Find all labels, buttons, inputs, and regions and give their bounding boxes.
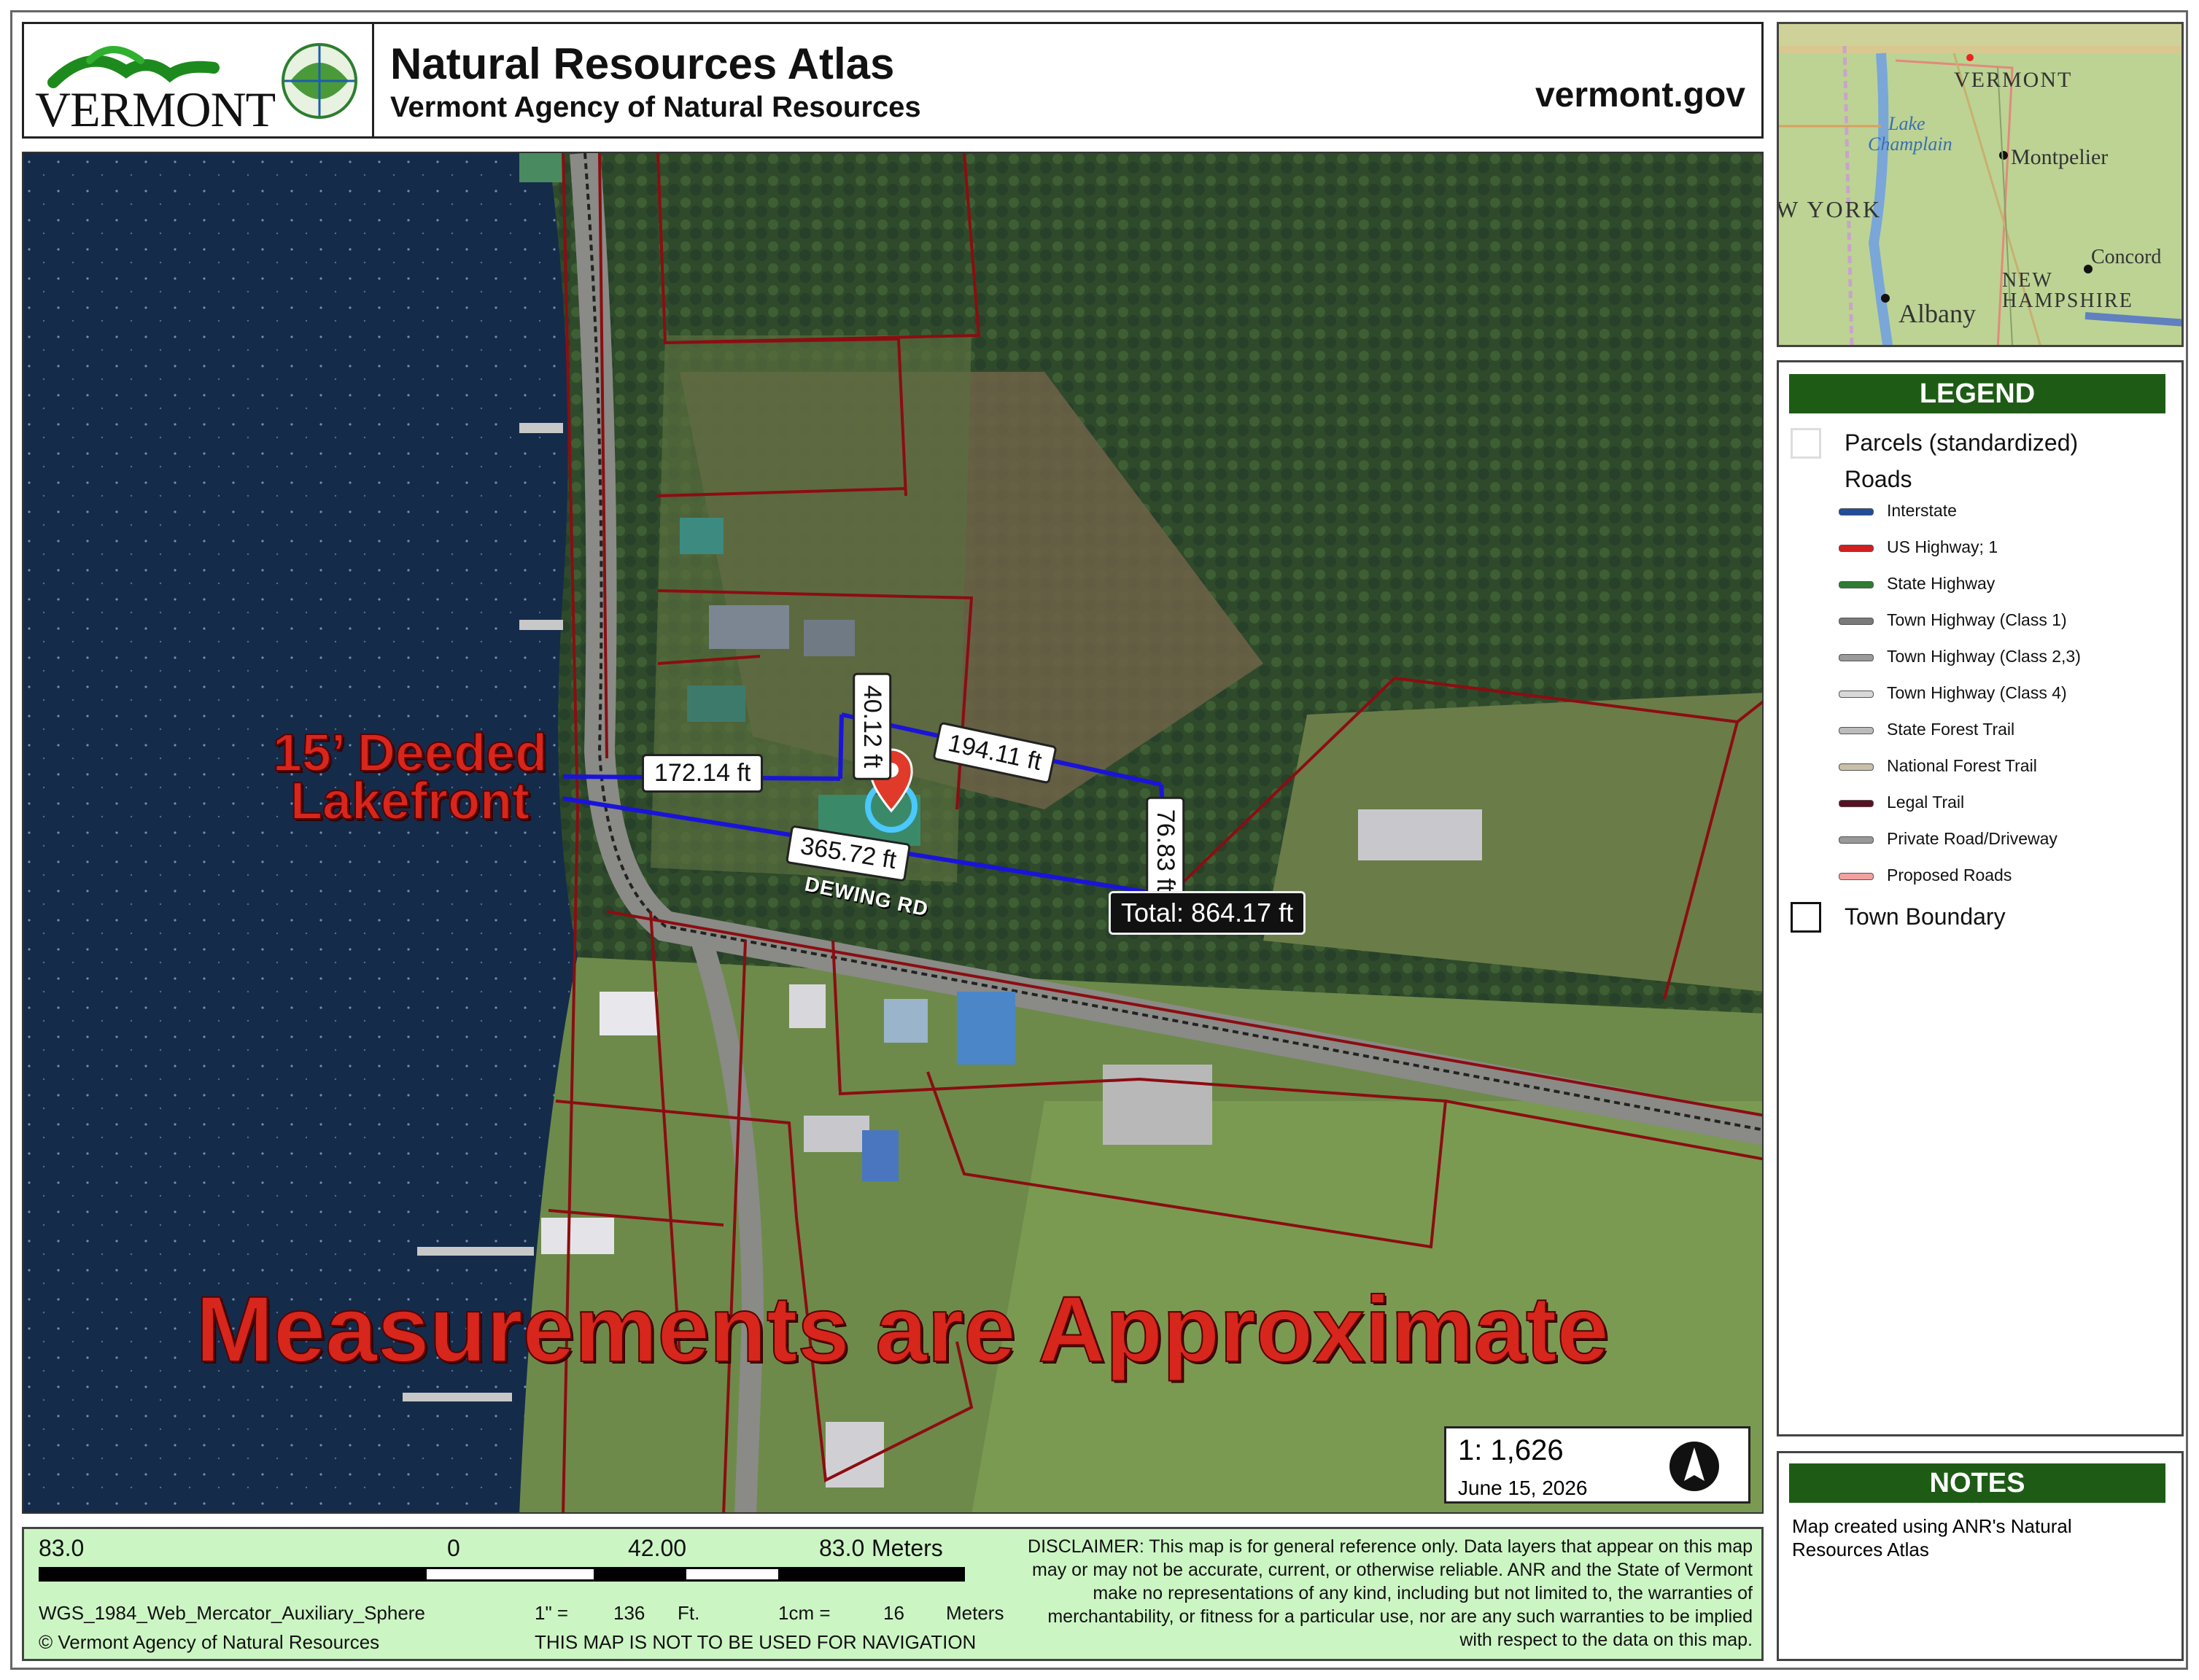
legend-road-label: Interstate (1887, 501, 1957, 520)
legend-road-label: US Highway; 1 (1887, 537, 1998, 556)
approximate-annotation: Measurements are Approximate (195, 1277, 1609, 1382)
overview-label-lake: Lake (1888, 113, 1925, 134)
measurement-label-172: 172.14 ft (642, 754, 764, 793)
atlas-title: Natural Resources Atlas (390, 39, 895, 88)
total-distance-label: Total: 864.17 ft (1109, 891, 1306, 935)
legend-swatch-10 (1839, 873, 1874, 880)
north-arrow-icon (1669, 1442, 1719, 1491)
scale-zero-label: 0 (447, 1535, 460, 1561)
logo-area: VERMONT (24, 24, 374, 137)
measurement-label-40: 40.12 ft (853, 672, 892, 781)
overview-map[interactable]: VERMONT Lake Champlain Montpelier W YORK… (1777, 22, 2184, 347)
legend-swatch-6 (1839, 727, 1874, 734)
legend-town-boundary-label: Town Boundary (1845, 903, 2006, 930)
overview-label-montpelier: Montpelier (2011, 145, 2109, 169)
overview-label-new-york: W YORK (1777, 196, 1882, 222)
lakefront-annotation: 15’ Deeded Lakefront (242, 724, 578, 831)
legend-swatch-3 (1839, 618, 1874, 625)
scale-unit-label: Meters (872, 1535, 943, 1561)
legend-swatch-9 (1839, 836, 1874, 844)
measurement-label-76: 76.83 ft (1146, 796, 1185, 905)
cm-scale-label: 1cm = (778, 1602, 831, 1624)
lakefront-annotation-line2: Lakefront (290, 772, 530, 831)
legend-road-label: State Highway (1887, 574, 1996, 593)
vermont-wordmark: VERMONT (35, 82, 276, 137)
notes-title: NOTES (1789, 1463, 2165, 1503)
overview-label-albany: Albany (1899, 299, 1976, 328)
scale-ratio: 1: 1,626 (1458, 1434, 1564, 1466)
legend-title: LEGEND (1789, 374, 2165, 413)
overview-label-new-hampshire: HAMPSHIRE (2002, 289, 2133, 312)
cm-scale-value: 16 (883, 1602, 904, 1624)
projection-label: WGS_1984_Web_Mercator_Auxiliary_Sphere (39, 1602, 425, 1624)
legend-road-label: Legal Trail (1887, 793, 1965, 812)
legend-road-label: Private Road/Driveway (1887, 829, 2058, 848)
legend-swatch-4 (1839, 654, 1874, 661)
lakefront-annotation-line1: 15’ Deeded (272, 724, 548, 782)
copyright-label: © Vermont Agency of Natural Resources (39, 1631, 380, 1653)
legend-roads-label: Roads (1845, 466, 1912, 492)
map-view[interactable]: 172.14 ft 40.12 ft 194.11 ft 76.83 ft 36… (22, 152, 1764, 1514)
inch-scale-unit: Ft. (678, 1602, 700, 1624)
footer-bar: 83.0 0 42.00 83.0 Meters WGS_1984_Web_Me… (22, 1527, 1764, 1661)
inch-scale-label: 1" = (535, 1602, 569, 1624)
legend-swatch-8 (1839, 800, 1874, 807)
overview-label-concord: Concord (2091, 246, 2162, 268)
town-boundary-swatch (1791, 902, 1821, 933)
disclaimer-text: DISCLAIMER: This map is for general refe… (1028, 1536, 1753, 1650)
notes-text: Map created using ANR's Natural Resource… (1792, 1515, 2072, 1560)
parcels-swatch (1791, 428, 1821, 459)
scale-mid-label: 42.00 (628, 1535, 687, 1561)
legend-road-label: Proposed Roads (1887, 866, 2012, 884)
legend-swatch-2 (1839, 581, 1874, 588)
vermont-gov-link[interactable]: vermont.gov (1535, 75, 1745, 115)
scale-left-label: 83.0 (39, 1535, 85, 1561)
scale-bar (39, 1567, 965, 1582)
legend-swatch-5 (1839, 691, 1874, 698)
anr-globe-logo (282, 43, 357, 119)
legend-parcels-label: Parcels (standardized) (1845, 429, 2079, 456)
legend-road-label: Town Highway (Class 1) (1887, 610, 2067, 629)
legend-road-label: State Forest Trail (1887, 720, 2015, 739)
navigation-warning: THIS MAP IS NOT TO BE USED FOR NAVIGATIO… (535, 1631, 977, 1653)
inch-scale-value: 136 (613, 1602, 645, 1624)
overview-label-vermont: VERMONT (1954, 68, 2073, 92)
notes-panel: NOTES Map created using ANR's Natural Re… (1777, 1451, 2184, 1661)
header: VERMONT Natural Resources Atlas Vermont … (22, 22, 1764, 139)
legend-swatch-7 (1839, 763, 1874, 771)
legend-road-label: Town Highway (Class 2,3) (1887, 647, 2081, 666)
cm-scale-unit: Meters (946, 1602, 1004, 1624)
legend-road-label: Town Highway (Class 4) (1887, 683, 2067, 702)
map-scale-box: 1: 1,626 June 15, 2026 (1444, 1426, 1750, 1504)
agency-subtitle: Vermont Agency of Natural Resources (390, 91, 921, 123)
scale-right-label: 83.0 (819, 1535, 865, 1561)
overview-label-champlain: Champlain (1868, 133, 1952, 155)
legend-swatch-0 (1839, 508, 1874, 516)
legend-swatch-1 (1839, 545, 1874, 552)
map-date: June 15, 2026 (1458, 1477, 1588, 1499)
legend-road-label: National Forest Trail (1887, 756, 2037, 775)
legend-panel: LEGEND Parcels (standardized) Roads Inte… (1777, 360, 2184, 1436)
